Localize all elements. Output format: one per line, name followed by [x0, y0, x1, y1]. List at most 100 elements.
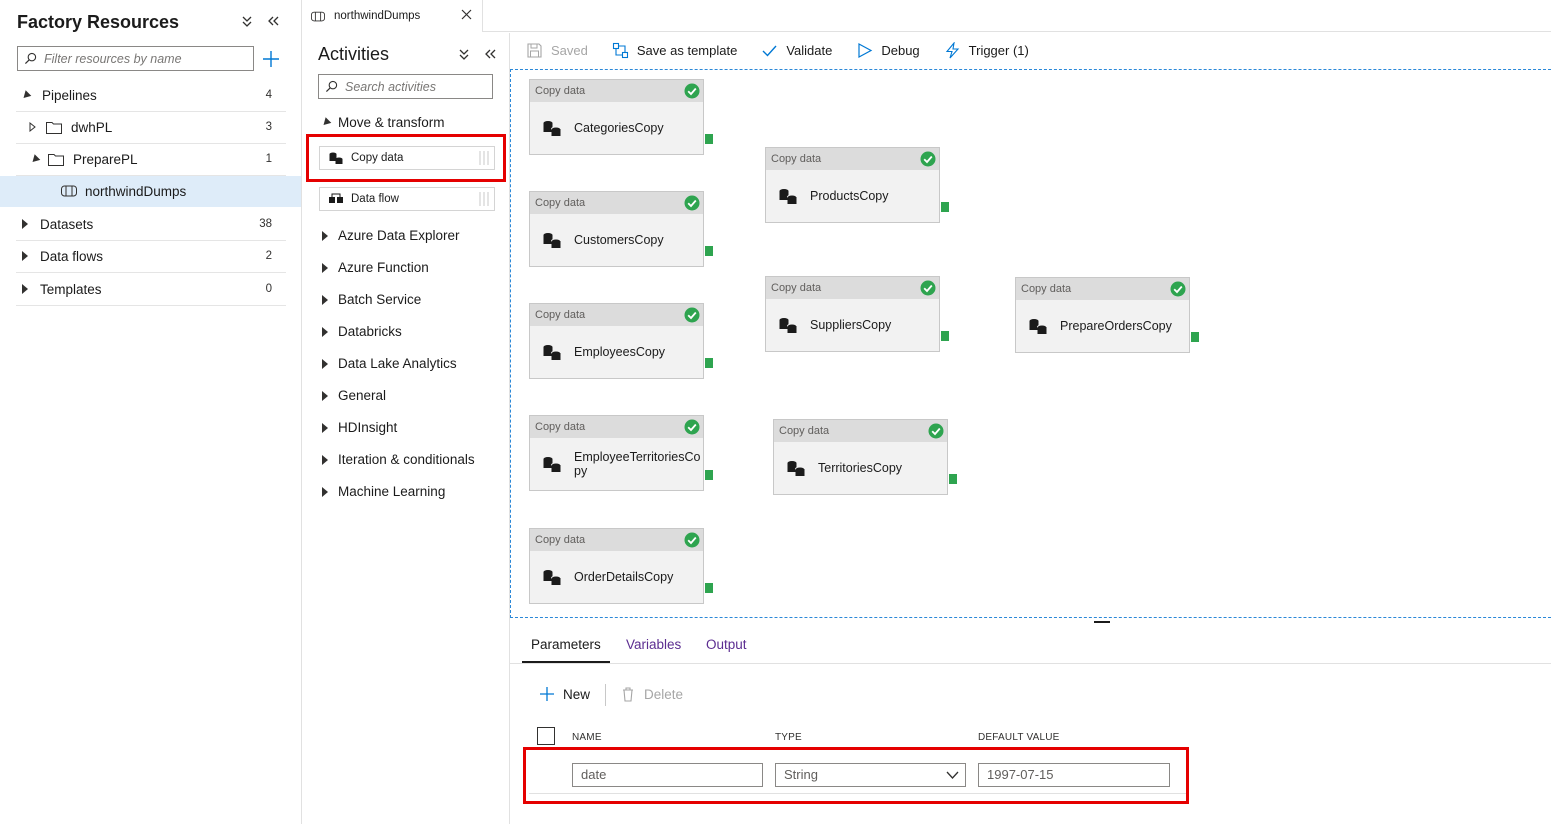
- copy-activity-node[interactable]: Copy data EmployeeTerritoriesCopy: [529, 415, 713, 491]
- collapsed-triangle-icon[interactable]: [322, 422, 328, 433]
- pipeline-canvas[interactable]: Copy data CategoriesCopy Copy data Customer…: [510, 69, 1551, 618]
- copy-activity-node[interactable]: Copy data PrepareOrdersCopy: [1015, 277, 1199, 353]
- success-check-icon: [684, 307, 700, 323]
- add-resource-plus-icon[interactable]: [262, 50, 280, 68]
- save-icon: [527, 43, 542, 58]
- select-all-checkbox[interactable]: [537, 727, 555, 745]
- activity-category[interactable]: Databricks: [322, 324, 402, 339]
- copy-activity-node[interactable]: Copy data TerritoriesCopy: [773, 419, 957, 495]
- collapsed-triangle-icon[interactable]: [322, 390, 328, 401]
- success-output-port[interactable]: [705, 134, 713, 144]
- collapsed-triangle-icon[interactable]: [322, 294, 328, 305]
- success-output-port[interactable]: [1191, 332, 1199, 342]
- activity-data-flow[interactable]: Data flow: [319, 187, 495, 211]
- success-output-port[interactable]: [941, 202, 949, 212]
- double-chevron-left-icon[interactable]: [483, 47, 497, 61]
- tab-output[interactable]: Output: [706, 637, 747, 652]
- copy-data-icon: [787, 461, 805, 476]
- expanded-triangle-icon[interactable]: [29, 153, 41, 165]
- tree-dataflows[interactable]: Data flows 2: [16, 240, 286, 273]
- collapsed-triangle-icon[interactable]: [322, 326, 328, 337]
- activity-category[interactable]: Data Lake Analytics: [322, 356, 457, 371]
- dwhpl-label: dwhPL: [71, 119, 113, 135]
- node-name: TerritoriesCopy: [818, 461, 903, 475]
- success-check-icon: [920, 280, 936, 296]
- activity-category-label: Databricks: [338, 324, 402, 339]
- activity-category[interactable]: HDInsight: [322, 420, 397, 435]
- node-header: Copy data: [530, 529, 703, 551]
- pipeline-icon: [311, 11, 325, 21]
- tab-parameters[interactable]: Parameters: [531, 637, 601, 652]
- copy-data-icon: [543, 233, 561, 248]
- activity-category-label: Machine Learning: [338, 484, 446, 499]
- collapsed-triangle-icon[interactable]: [322, 262, 328, 273]
- collapse-all-icon[interactable]: [457, 47, 471, 61]
- success-output-port[interactable]: [705, 246, 713, 256]
- node-body: EmployeesCopy: [530, 326, 713, 378]
- drag-grip-icon[interactable]: [478, 191, 490, 207]
- activity-category[interactable]: General: [322, 388, 386, 403]
- node-header: Copy data: [774, 420, 947, 442]
- collapsed-triangle-icon[interactable]: [29, 122, 36, 132]
- success-check-icon: [928, 423, 944, 439]
- collapsed-triangle-icon[interactable]: [22, 284, 28, 294]
- activity-category[interactable]: Azure Data Explorer: [322, 228, 460, 243]
- activity-category[interactable]: Azure Function: [322, 260, 429, 275]
- success-output-port[interactable]: [705, 470, 713, 480]
- copy-activity-node[interactable]: Copy data OrderDetailsCopy: [529, 528, 713, 604]
- highlight-parameter-row-box: [523, 747, 1189, 804]
- collapsed-triangle-icon[interactable]: [322, 358, 328, 369]
- expanded-triangle-icon[interactable]: [320, 117, 332, 128]
- collapsed-triangle-icon[interactable]: [322, 230, 328, 241]
- tree-dwhpl[interactable]: dwhPL 3: [16, 111, 286, 144]
- tree-datasets[interactable]: Datasets 38: [16, 208, 286, 241]
- tab-northwinddumps[interactable]: northwindDumps: [302, 0, 483, 32]
- tree-templates[interactable]: Templates 0: [16, 273, 286, 306]
- activity-category[interactable]: Machine Learning: [322, 484, 445, 499]
- success-output-port[interactable]: [705, 583, 713, 593]
- copy-activity-node[interactable]: Copy data SuppliersCopy: [765, 276, 949, 352]
- folder-icon: [46, 121, 62, 134]
- new-parameter-button[interactable]: New: [539, 686, 590, 702]
- search-activities-input[interactable]: [345, 79, 492, 94]
- tree-pipelines[interactable]: Pipelines 4: [16, 79, 286, 112]
- success-output-port[interactable]: [949, 474, 957, 484]
- saved-button[interactable]: Saved: [526, 42, 588, 59]
- search-activities-box[interactable]: [318, 74, 493, 99]
- collapsed-triangle-icon[interactable]: [322, 454, 328, 465]
- activity-category[interactable]: Batch Service: [322, 292, 421, 307]
- tab-variables[interactable]: Variables: [626, 637, 681, 652]
- activity-category[interactable]: Iteration & conditionals: [322, 452, 475, 467]
- node-header: Copy data: [1016, 278, 1189, 300]
- save-as-template-button[interactable]: Save as template: [612, 42, 737, 59]
- datasets-count: 38: [259, 218, 272, 230]
- collapsed-triangle-icon[interactable]: [322, 486, 328, 497]
- success-output-port[interactable]: [941, 331, 949, 341]
- copy-activity-node[interactable]: Copy data CategoriesCopy: [529, 79, 713, 155]
- collapsed-triangle-icon[interactable]: [22, 219, 28, 229]
- node-name: SuppliersCopy: [810, 318, 892, 332]
- filter-resources-input[interactable]: [44, 51, 253, 66]
- debug-button[interactable]: Debug: [856, 42, 920, 59]
- close-icon[interactable]: [461, 9, 472, 20]
- category-move-transform[interactable]: Move & transform: [320, 115, 445, 130]
- filter-resources-box[interactable]: [17, 46, 254, 71]
- tree-preparepl[interactable]: PreparePL 1: [16, 143, 286, 176]
- node-body: EmployeeTerritoriesCopy: [530, 438, 713, 490]
- tree-northwinddumps-selected[interactable]: northwindDumps: [0, 176, 301, 207]
- collapse-all-icon[interactable]: [240, 14, 254, 28]
- new-label: New: [563, 686, 591, 702]
- node-name: EmployeeTerritoriesCopy: [574, 450, 701, 478]
- copy-activity-node[interactable]: Copy data EmployeesCopy: [529, 303, 713, 379]
- delete-parameter-button[interactable]: Delete: [620, 686, 683, 702]
- double-chevron-left-icon[interactable]: [266, 14, 280, 28]
- validate-button[interactable]: Validate: [761, 42, 832, 59]
- copy-activity-node[interactable]: Copy data ProductsCopy: [765, 147, 949, 223]
- saved-label: Saved: [551, 43, 588, 58]
- save-as-template-label: Save as template: [636, 43, 738, 58]
- trigger-button[interactable]: Trigger (1): [944, 42, 1029, 59]
- expanded-triangle-icon[interactable]: [20, 89, 32, 101]
- collapsed-triangle-icon[interactable]: [22, 251, 28, 261]
- copy-activity-node[interactable]: Copy data CustomersCopy: [529, 191, 713, 267]
- success-output-port[interactable]: [705, 358, 713, 368]
